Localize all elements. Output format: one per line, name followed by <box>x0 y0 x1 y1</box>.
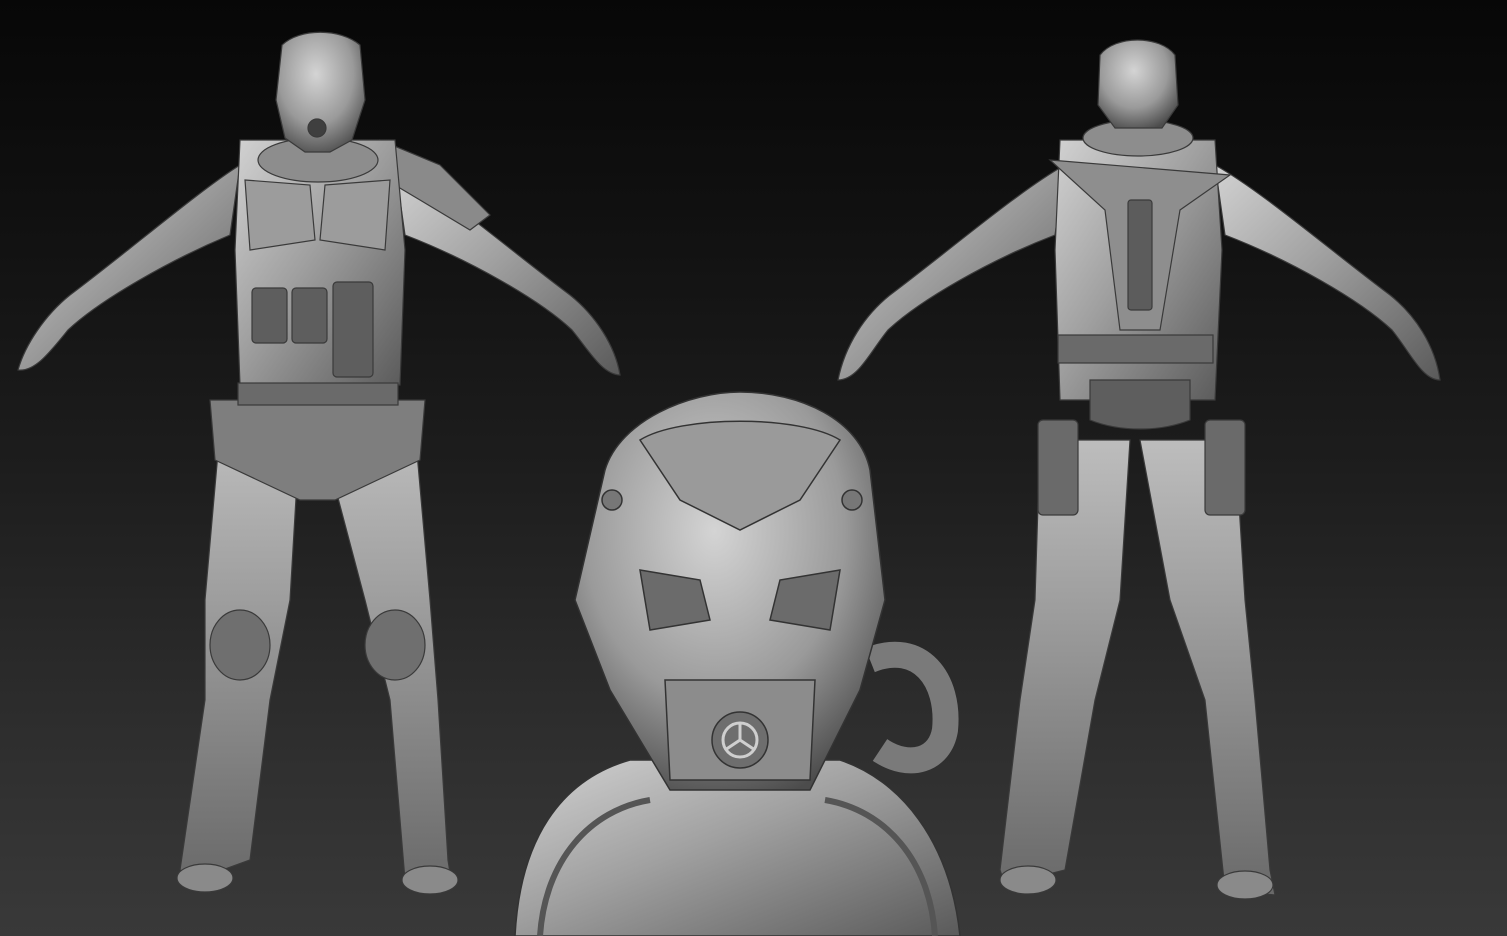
front-right-boot <box>401 865 459 895</box>
back-right-holster <box>1204 419 1246 516</box>
front-respirator <box>307 118 327 138</box>
helmet-closeup <box>514 391 961 936</box>
front-view-figure <box>17 31 621 895</box>
front-pouch-1 <box>251 287 288 344</box>
back-belt <box>1057 334 1214 364</box>
front-pouch-3 <box>332 281 374 378</box>
render-figures <box>17 31 1441 936</box>
back-right-arm <box>1214 163 1441 381</box>
front-pouch-2 <box>291 287 328 344</box>
closeup-left-bolt <box>601 489 623 511</box>
back-left-holster <box>1037 419 1079 516</box>
front-chest-plate-left <box>244 179 316 251</box>
back-waist-pouch <box>1089 379 1191 430</box>
back-spine-module <box>1127 199 1153 311</box>
back-left-arm <box>837 163 1066 381</box>
front-left-arm <box>17 163 241 371</box>
back-helmet <box>1097 39 1179 129</box>
front-left-boot <box>176 863 234 893</box>
front-left-knee-pad <box>209 609 271 681</box>
front-chest-plate-right <box>319 179 391 251</box>
closeup-hose <box>865 641 959 774</box>
front-right-knee-pad <box>364 609 426 681</box>
back-right-boot <box>1216 870 1274 900</box>
front-belt <box>237 382 399 406</box>
render-canvas <box>0 0 1507 936</box>
closeup-right-bolt <box>841 489 863 511</box>
back-left-boot <box>999 865 1057 895</box>
